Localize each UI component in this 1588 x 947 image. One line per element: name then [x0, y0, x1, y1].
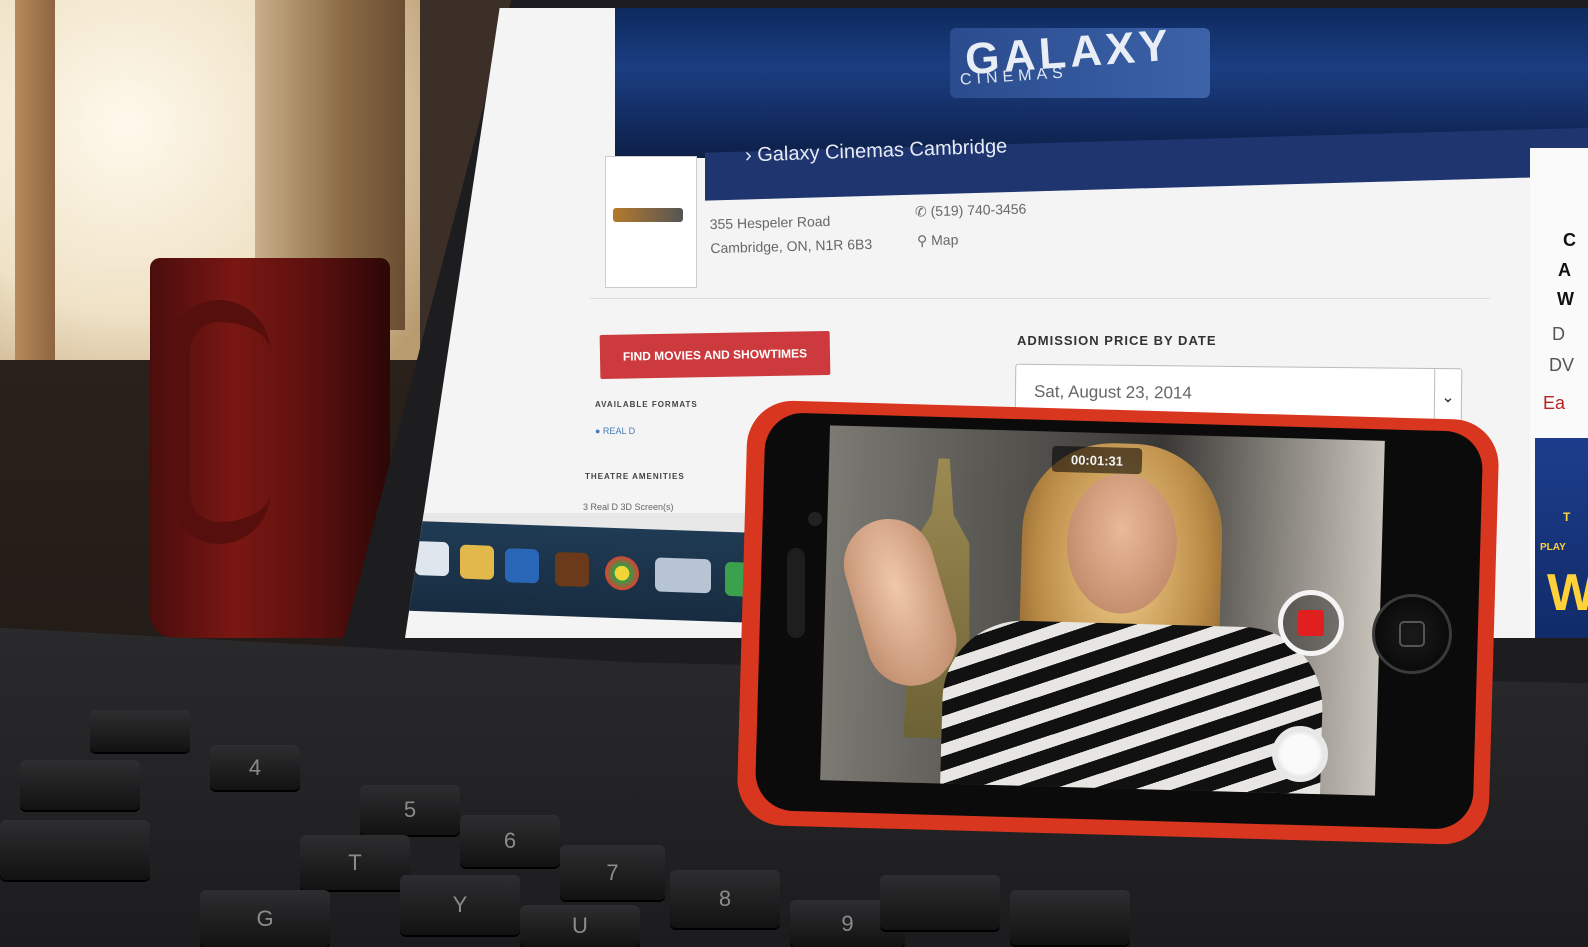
- theatre-phone[interactable]: ✆ (519) 740-3456: [915, 201, 1027, 221]
- find-movies-button[interactable]: FIND MOVIES AND SHOWTIMES: [599, 330, 831, 380]
- sidebar-ad[interactable]: T PLAY W: [1535, 438, 1588, 638]
- mug-handle: [168, 300, 270, 544]
- key[interactable]: [0, 820, 150, 880]
- pin-icon: ⚲: [916, 232, 932, 249]
- selected-date: Sat, August 23, 2014: [1033, 381, 1192, 403]
- key[interactable]: [1010, 890, 1130, 945]
- record-stop-button[interactable]: [1278, 590, 1344, 656]
- key[interactable]: 8: [670, 870, 780, 928]
- key[interactable]: 5: [360, 785, 460, 835]
- phone-icon: ✆: [914, 203, 931, 220]
- chevron-down-icon[interactable]: ⌄: [1433, 369, 1462, 426]
- key[interactable]: 7: [560, 845, 665, 900]
- phone-number: (519) 740-3456: [930, 200, 1027, 220]
- map-label: Map: [930, 231, 959, 249]
- key[interactable]: T: [300, 835, 410, 890]
- key[interactable]: G: [200, 890, 330, 947]
- person-striped-shirt: [939, 618, 1325, 796]
- camera-shutter-icon[interactable]: [1272, 726, 1328, 782]
- photo-scene: GALAXY CINEMAS › Galaxy Cinemas Cambridg…: [0, 0, 1588, 947]
- sidebar-letter-3: W: [1557, 289, 1574, 309]
- record-stop-icon: [1298, 610, 1324, 636]
- ad-text-big: W: [1547, 564, 1588, 622]
- amenities-heading: THEATRE AMENITIES: [585, 472, 685, 481]
- photoshop-icon[interactable]: [505, 548, 539, 584]
- firefox-icon[interactable]: [655, 557, 711, 594]
- sidebar-grey-2: DV: [1549, 355, 1575, 375]
- format-badge-realD-icon: ● REAL D: [595, 426, 636, 436]
- key[interactable]: [880, 875, 1000, 930]
- formats-heading: AVAILABLE FORMATS: [595, 400, 698, 409]
- start-icon[interactable]: [415, 541, 449, 577]
- ad-text-mid: PLAY: [1540, 542, 1566, 553]
- map-link[interactable]: ⚲ Map: [917, 231, 959, 249]
- sidebar-grey-1: D: [1552, 324, 1565, 344]
- home-button-icon: [1399, 621, 1425, 647]
- thumbnail-logo: [613, 208, 683, 222]
- front-camera: [808, 512, 822, 526]
- address-line-2: Cambridge, ON, N1R 6B3: [710, 235, 873, 257]
- illustrator-icon[interactable]: [555, 551, 589, 588]
- key[interactable]: U: [520, 905, 640, 947]
- key[interactable]: 6: [460, 815, 560, 867]
- chrome-icon[interactable]: [605, 555, 639, 591]
- home-button[interactable]: [1372, 594, 1452, 674]
- sidebar-letter-2: A: [1558, 260, 1571, 280]
- ad-text-top: T: [1563, 510, 1571, 524]
- recording-timer: 00:01:31: [1051, 445, 1143, 475]
- key[interactable]: Y: [400, 875, 520, 935]
- theatre-address: 355 Hespeler Road Cambridge, ON, N1R 6B3: [709, 208, 873, 260]
- admission-label: ADMISSION PRICE BY DATE: [1017, 333, 1217, 348]
- key[interactable]: 4: [210, 745, 300, 790]
- phone-speaker: [787, 548, 805, 638]
- sidebar-link[interactable]: Ea: [1543, 393, 1565, 414]
- amenities-text: 3 Real D 3D Screen(s): [583, 502, 674, 512]
- window-frame: [15, 0, 55, 360]
- sidebar-letter-1: C: [1563, 230, 1576, 250]
- folder-icon[interactable]: [460, 544, 494, 580]
- key[interactable]: [20, 760, 140, 810]
- key[interactable]: [90, 710, 190, 752]
- theatre-thumbnail: [605, 156, 697, 288]
